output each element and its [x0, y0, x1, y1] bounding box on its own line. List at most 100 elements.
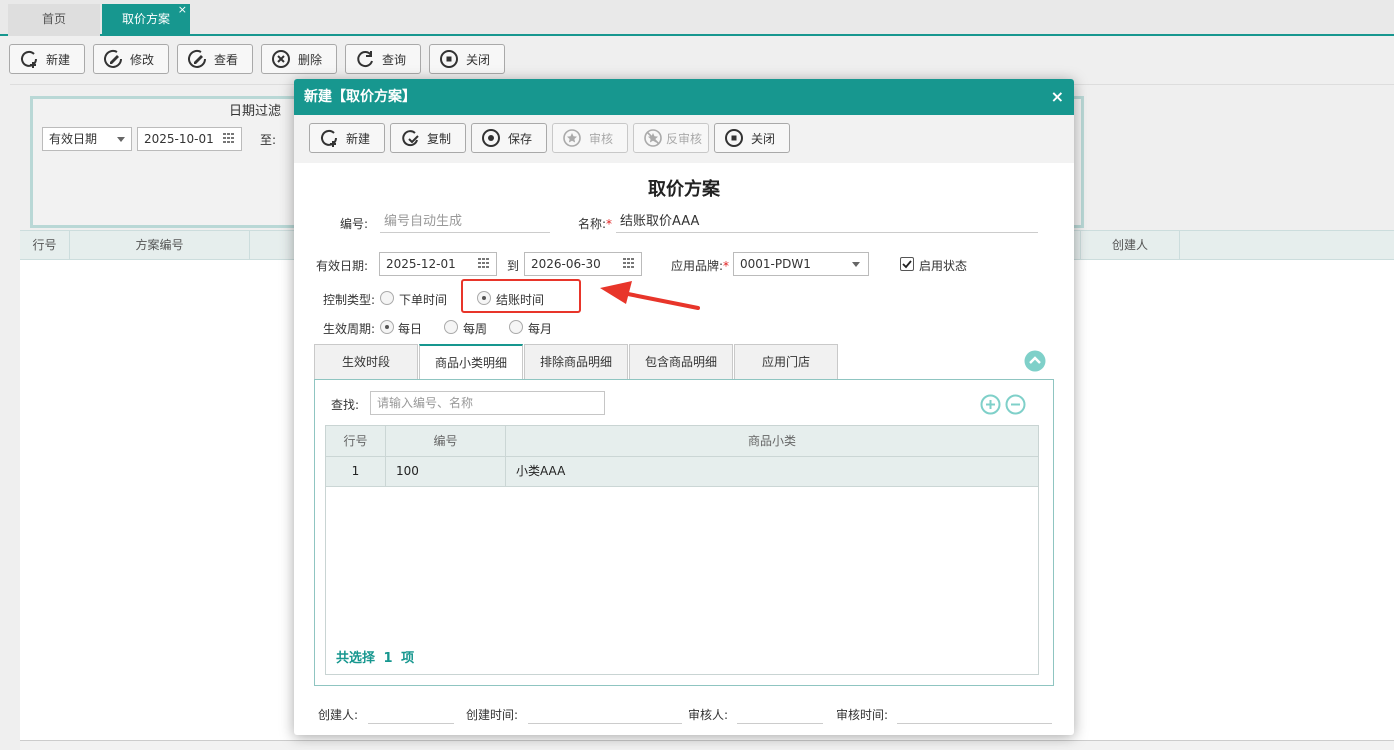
tab-pricing-plan[interactable]: 取价方案 ×	[102, 3, 190, 36]
period-label: 生效周期:	[323, 322, 376, 336]
created-time-field	[528, 704, 682, 724]
end-date-input[interactable]: 2026-06-30	[524, 252, 642, 276]
column-header-creator[interactable]: 创建人	[1080, 231, 1180, 260]
checkmark-icon	[902, 260, 912, 269]
name-field[interactable]: 结账取价AAA	[616, 211, 1038, 233]
remove-row-icon[interactable]	[1005, 394, 1026, 415]
tab-excluded-goods[interactable]: 排除商品明细	[524, 344, 628, 379]
column-header-subcategory[interactable]: 商品小类	[506, 426, 1038, 457]
add-circle-icon	[318, 127, 340, 149]
tab-included-goods[interactable]: 包含商品明细	[629, 344, 733, 379]
enabled-checkbox[interactable]	[900, 257, 914, 271]
creator-field	[368, 704, 454, 724]
new-pricing-plan-dialog: 新建【取价方案】 × 新建 复制 保存 审核 反审核 关闭 取价方案 编号: 编…	[294, 79, 1074, 735]
unaudit-icon	[642, 127, 664, 149]
tab-subcategory-detail[interactable]: 商品小类明细	[419, 344, 523, 380]
close-button-label: 关闭	[466, 52, 491, 67]
refresh-icon	[354, 48, 376, 70]
annotation-arrow-icon	[600, 281, 700, 310]
creator-label: 创建人:	[318, 708, 359, 722]
created-time-label: 创建时间:	[466, 708, 519, 722]
dialog-audit-button[interactable]: 审核	[552, 123, 628, 153]
new-button[interactable]: 新建	[9, 44, 85, 74]
save-icon	[480, 127, 502, 149]
dialog-unaudit-label: 反审核	[666, 131, 703, 146]
dialog-copy-label: 复制	[427, 131, 452, 146]
collapse-up-icon[interactable]	[1024, 350, 1046, 372]
tab-home[interactable]: 首页	[8, 4, 100, 36]
brand-select[interactable]: 0001-PDW1	[733, 252, 869, 276]
start-date-input[interactable]: 2025-12-01	[379, 252, 497, 276]
search-label: 查找:	[331, 398, 360, 412]
required-marker: *	[723, 259, 730, 273]
enabled-label: 启用状态	[919, 259, 968, 273]
period-radio-monthly[interactable]	[509, 320, 523, 334]
dialog-unaudit-button[interactable]: 反审核	[633, 123, 709, 153]
brand-label: 应用品牌:*	[671, 257, 729, 274]
dialog-new-button[interactable]: 新建	[309, 123, 385, 153]
copy-icon	[399, 127, 421, 149]
edit-button[interactable]: 修改	[93, 44, 169, 74]
dialog-close-icon[interactable]: ×	[1051, 79, 1064, 115]
tab-pricing-plan-label: 取价方案	[121, 12, 170, 26]
period-radio-daily[interactable]	[380, 320, 394, 334]
star-icon	[561, 127, 583, 149]
column-header-code[interactable]: 编号	[386, 426, 506, 457]
calendar-icon[interactable]	[623, 257, 637, 271]
grid-header: 行号 编号 商品小类	[326, 426, 1038, 457]
dialog-header: 新建【取价方案】 ×	[294, 79, 1074, 115]
search-input[interactable]: 请输入编号、名称	[370, 391, 605, 415]
date-to-label: 到	[507, 259, 520, 273]
period-option-daily[interactable]: 每日	[398, 320, 422, 337]
add-row-icon[interactable]	[980, 394, 1001, 415]
cell-subcategory: 小类AAA	[516, 464, 566, 478]
valid-date-label: 有效日期:	[316, 259, 369, 273]
query-button[interactable]: 查询	[345, 44, 421, 74]
period-radio-weekly[interactable]	[444, 320, 458, 334]
delete-icon	[270, 48, 292, 70]
required-marker: *	[606, 217, 613, 231]
tab-close-icon[interactable]: ×	[178, 0, 187, 25]
calendar-icon[interactable]	[478, 257, 492, 271]
stop-circle-icon	[723, 127, 745, 149]
column-header-row-no[interactable]: 行号	[326, 426, 386, 457]
dialog-save-label: 保存	[508, 131, 533, 146]
cell-row-no: 1	[326, 457, 386, 487]
delete-button[interactable]: 删除	[261, 44, 337, 74]
dialog-save-button[interactable]: 保存	[471, 123, 547, 153]
code-label: 编号:	[340, 217, 369, 231]
column-header-plan-code[interactable]: 方案编号	[70, 231, 250, 260]
calendar-icon[interactable]	[223, 132, 237, 146]
view-button[interactable]: 查看	[177, 44, 253, 74]
tab-effective-period[interactable]: 生效时段	[314, 344, 418, 379]
edit-button-label: 修改	[130, 52, 155, 67]
filter-start-date[interactable]: 2025-10-01	[137, 127, 242, 151]
edit-icon	[102, 48, 124, 70]
table-row[interactable]: 1 100 小类AAA	[326, 457, 1038, 487]
tab-stores[interactable]: 应用门店	[734, 344, 838, 379]
view-button-label: 查看	[214, 52, 239, 67]
audit-time-label: 审核时间:	[836, 708, 889, 722]
dialog-new-label: 新建	[346, 131, 371, 146]
delete-button-label: 删除	[298, 52, 323, 67]
control-type-label: 控制类型:	[323, 293, 376, 307]
date-type-select[interactable]: 有效日期	[42, 127, 132, 151]
selection-summary-suffix: 项	[401, 651, 415, 666]
filter-title: 日期过滤	[229, 104, 282, 119]
close-button[interactable]: 关闭	[429, 44, 505, 74]
selection-count: 1	[383, 651, 393, 666]
code-field[interactable]: 编号自动生成	[380, 211, 550, 233]
control-radio-order-time[interactable]	[380, 291, 394, 305]
filter-start-date-value: 2025-10-01	[144, 132, 214, 146]
dialog-close-button[interactable]: 关闭	[714, 123, 790, 153]
start-date-value: 2025-12-01	[386, 257, 456, 271]
name-label: 名称:*	[578, 215, 612, 232]
period-option-weekly[interactable]: 每周	[463, 320, 487, 337]
period-option-monthly[interactable]: 每月	[528, 320, 552, 337]
dialog-title: 新建【取价方案】	[304, 89, 416, 105]
dialog-copy-button[interactable]: 复制	[390, 123, 466, 153]
brand-select-value: 0001-PDW1	[740, 257, 811, 271]
query-button-label: 查询	[382, 52, 407, 67]
control-option-order-time[interactable]: 下单时间	[399, 291, 447, 308]
column-header-row[interactable]: 行号	[20, 231, 70, 260]
